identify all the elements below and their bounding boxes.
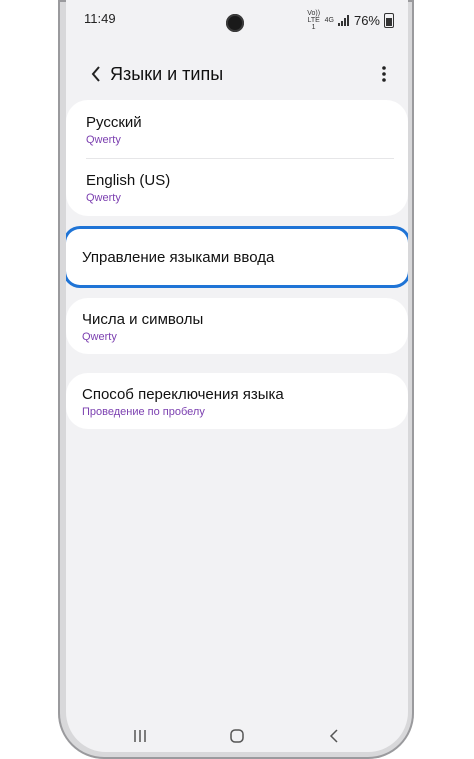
numbers-symbols-value: Qwerty [82, 331, 117, 343]
back-icon[interactable] [320, 726, 348, 746]
language-layout: Qwerty [86, 134, 121, 146]
screen: 11:49 Vo)) LTE1 4G 76% Языки и типы Русс… [66, 0, 408, 752]
numbers-symbols-item[interactable]: Числа и символы Qwerty [82, 311, 388, 343]
battery-percent: 76% [353, 13, 380, 28]
manage-input-languages-item[interactable]: Управление языками ввода [66, 229, 408, 285]
language-item-english[interactable]: English (US) Qwerty [86, 172, 388, 204]
language-switch-label: Способ переключения языка [82, 386, 284, 403]
header: Языки и типы [66, 56, 408, 92]
language-layout: Qwerty [86, 192, 121, 204]
language-switch-value: Проведение по пробелу [82, 406, 205, 418]
language-name: English (US) [86, 172, 171, 189]
page-title: Языки и типы [110, 64, 224, 84]
numbers-symbols-card: Числа и символы Qwerty [66, 298, 408, 354]
divider [86, 158, 394, 159]
signal-icon [337, 15, 350, 26]
more-vertical-icon[interactable] [372, 62, 396, 86]
status-indicators: Vo)) LTE1 4G 76% [307, 10, 394, 31]
status-bar: 11:49 Vo)) LTE1 4G 76% [66, 8, 408, 32]
language-item-russian[interactable]: Русский Qwerty [86, 114, 388, 146]
front-camera [226, 14, 244, 32]
home-icon[interactable] [223, 726, 251, 746]
network-label: 4G [324, 17, 334, 24]
language-switch-card: Способ переключения языка Проведение по … [66, 373, 408, 429]
navigation-bar [66, 722, 408, 750]
manage-input-languages-label: Управление языками ввода [82, 249, 275, 266]
volte-indicator: Vo)) LTE1 [307, 10, 321, 31]
languages-card: Русский Qwerty English (US) Qwerty [66, 100, 408, 216]
numbers-symbols-label: Числа и символы [82, 311, 204, 328]
recents-icon[interactable] [126, 726, 154, 746]
volte-label: Vo)) LTE1 [307, 10, 321, 31]
network-indicator: 4G [325, 17, 334, 24]
language-switch-item[interactable]: Способ переключения языка Проведение по … [82, 386, 388, 418]
battery-icon [384, 13, 394, 28]
status-time: 11:49 [84, 11, 116, 26]
chevron-left-icon[interactable] [84, 62, 108, 86]
language-name: Русский [86, 114, 142, 131]
